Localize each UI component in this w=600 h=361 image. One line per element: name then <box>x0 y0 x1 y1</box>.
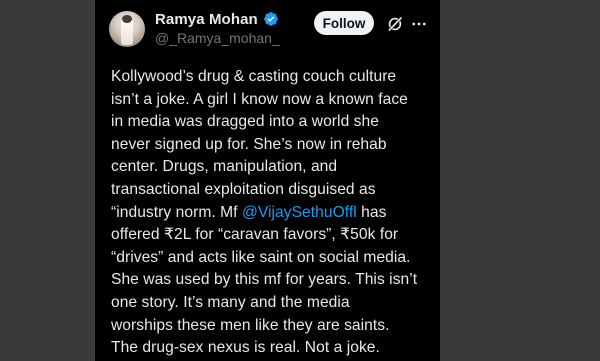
post-body-line: offered ₹2L for “caravan favors”, ₹50k f… <box>111 226 399 244</box>
author-handle[interactable]: @_Ramya_mohan_ <box>155 30 280 46</box>
post-body: Kollywood’s drug & casting couch culture… <box>111 66 440 360</box>
author-display-name[interactable]: Ramya Mohan <box>155 11 258 28</box>
author-avatar[interactable] <box>109 11 145 47</box>
post-body-line: transactional exploitation disguised as <box>111 180 376 198</box>
mention-link[interactable]: @VijaySethuOffl <box>242 204 357 221</box>
verified-badge-icon <box>263 12 278 26</box>
post-body-line: The drug-sex nexus is real. Not a joke. <box>111 339 380 357</box>
post-header: Ramya Mohan @_Ramya_mohan_ Follow <box>95 6 440 54</box>
post-body-line: one story. It’s many and the media <box>111 293 350 311</box>
post-body-line-with-mention: “industry norm. Mf @VijaySethuOffl has <box>111 202 440 225</box>
grok-icon[interactable] <box>386 15 404 33</box>
author-name-row: Ramya Mohan <box>155 9 279 29</box>
post-body-line: worships these men like they are saints. <box>111 316 390 334</box>
post-body-line: She was used by this mf for years. This … <box>111 271 418 289</box>
post-body-line: Kollywood’s drug & casting couch culture <box>111 68 397 85</box>
post-body-line: never signed up for. She’s now in rehab <box>111 135 387 153</box>
post-body-line: center. Drugs, manipulation, and <box>111 158 338 176</box>
more-icon[interactable] <box>410 15 428 33</box>
post-body-line-suffix: has <box>356 203 387 221</box>
post-card[interactable]: Ramya Mohan @_Ramya_mohan_ Follow Kollyw… <box>95 0 440 361</box>
post-body-line: “drives” and acts like saint on social m… <box>111 248 411 266</box>
screenshot-stage: Ramya Mohan @_Ramya_mohan_ Follow Kollyw… <box>0 0 600 361</box>
post-body-line: isn’t a joke. A girl I know now a known … <box>111 90 408 108</box>
follow-button[interactable]: Follow <box>314 11 374 35</box>
post-body-line-prefix: “industry norm. Mf <box>111 203 242 221</box>
post-body-line: in media was dragged into a world she <box>111 113 379 131</box>
avatar-hair <box>122 15 132 23</box>
